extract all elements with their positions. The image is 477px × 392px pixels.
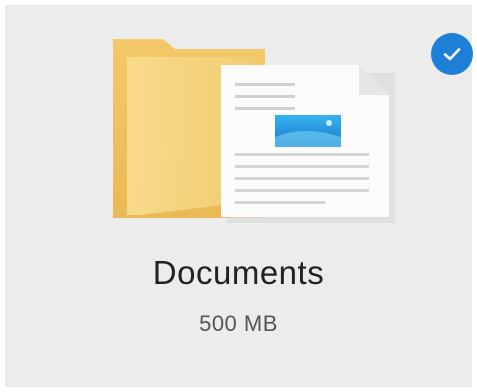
documents-folder-icon — [113, 39, 395, 223]
item-size: 500 MB — [199, 311, 278, 336]
item-name: Documents — [152, 254, 325, 291]
documents-tile[interactable]: Documents 500 MB — [5, 5, 473, 387]
checkmark-icon — [443, 48, 461, 61]
selected-check-badge[interactable] — [431, 33, 473, 75]
